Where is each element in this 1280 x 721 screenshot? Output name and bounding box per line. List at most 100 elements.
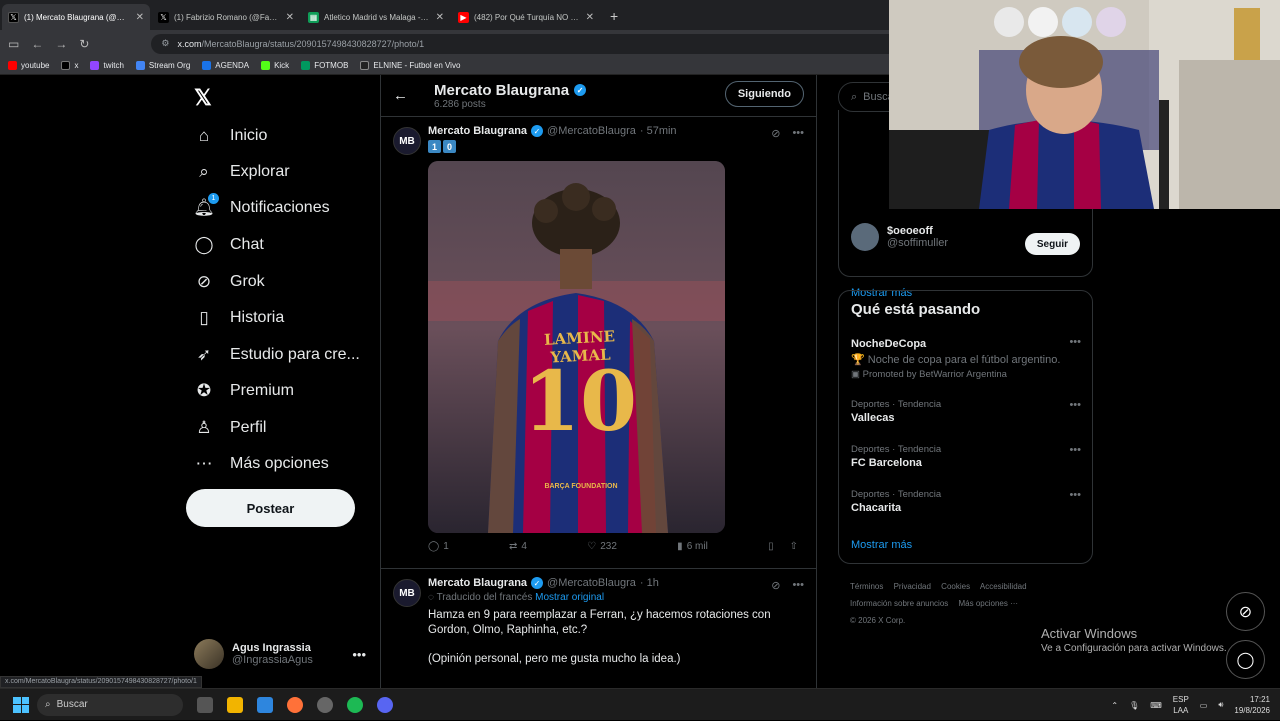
streamer-webcam-image <box>889 0 1280 209</box>
bookmark-elnine[interactable]: ELNINE - Futbol en Vivo <box>360 61 460 70</box>
more-dots-icon[interactable]: ••• <box>1069 489 1081 501</box>
like-button[interactable]: ♡ 232 <box>587 541 617 552</box>
chevron-up-icon[interactable]: ⌃ <box>1111 701 1118 710</box>
language-indicator[interactable]: ESP LAA <box>1173 694 1189 716</box>
post-button[interactable]: Postear <box>186 489 355 527</box>
keyboard-icon[interactable]: ⌨ <box>1150 701 1162 710</box>
notepad-icon[interactable] <box>257 696 273 713</box>
more-dots-icon[interactable]: ••• <box>1069 399 1081 411</box>
tweet-avatar[interactable]: MB <box>393 579 421 607</box>
footer-ads-info[interactable]: Información sobre anuncios <box>850 599 948 608</box>
tweet-photo[interactable]: LAMINE YAMAL 10 BARÇA FOUNDATION <box>428 161 725 533</box>
sidebar-toggle-icon[interactable]: ▭ <box>8 37 19 51</box>
footer-privacy[interactable]: Privacidad <box>894 582 931 591</box>
back-arrow-icon[interactable]: ← <box>393 87 408 104</box>
tweet-avatar[interactable]: MB <box>393 127 421 155</box>
bookmark-agenda[interactable]: AGENDA <box>202 61 249 70</box>
close-tab-icon[interactable]: ✕ <box>586 12 594 23</box>
follow-button[interactable]: Seguir <box>1024 233 1080 255</box>
more-dots-icon[interactable]: ••• <box>352 647 366 662</box>
trend-item[interactable]: Deportes · Tendencia Vallecas ••• <box>851 399 1081 424</box>
show-original-link[interactable]: Mostrar original <box>535 592 604 603</box>
tweet[interactable]: MB ⊘ ••• Mercato Blaugrana ✓ @MercatoBlau… <box>381 117 816 569</box>
tweet-handle[interactable]: @MercatoBlaugra <box>547 577 636 589</box>
firefox-icon[interactable] <box>287 696 303 713</box>
sheet-favicon-icon: ▦ <box>308 11 319 23</box>
discord-icon[interactable] <box>377 696 393 713</box>
back-icon[interactable]: ← <box>31 37 43 51</box>
grok-fab-button[interactable]: ⊘ <box>1226 592 1265 631</box>
taskbar-search[interactable]: ⌕ Buscar <box>37 693 183 716</box>
repost-button[interactable]: ⇄ 4 <box>509 541 527 552</box>
tweet-author[interactable]: Mercato Blaugrana <box>428 577 527 589</box>
tweet-time[interactable]: · 57min <box>640 125 677 137</box>
tab-atletico[interactable]: ▦ Atletico Madrid vs Malaga - ma ✕ <box>302 4 450 30</box>
x-logo-icon[interactable]: 𝕏 <box>194 85 212 111</box>
network-icon[interactable]: ▭ <box>1200 701 1208 710</box>
tweet-time[interactable]: · 1h <box>640 577 659 589</box>
more-dots-icon[interactable]: ••• <box>1069 444 1081 456</box>
close-tab-icon[interactable]: ✕ <box>436 12 444 23</box>
footer-more[interactable]: Más opciones ··· <box>959 599 1019 608</box>
more-dots-icon[interactable]: ••• <box>1069 336 1081 348</box>
url-field[interactable]: ⚙ x.com/MercatoBlaugra/status/2090157498… <box>151 33 972 54</box>
obs-icon[interactable] <box>317 696 333 713</box>
tweet-author[interactable]: Mercato Blaugrana <box>428 125 527 137</box>
views-button[interactable]: ▮ 6 mil <box>677 541 708 552</box>
footer-cookies[interactable]: Cookies <box>941 582 970 591</box>
windows-start-icon[interactable] <box>13 696 29 713</box>
tweet[interactable]: MB ⊘ ••• Mercato Blaugrana ✓ @MercatoBlau… <box>381 569 816 688</box>
task-view-icon[interactable] <box>197 696 213 713</box>
chat-fab-button[interactable]: ◯ <box>1226 640 1265 679</box>
close-tab-icon[interactable]: ✕ <box>136 12 144 23</box>
reload-icon[interactable]: ↻ <box>79 37 89 51</box>
nav-estudio[interactable]: ➶ Estudio para cre... <box>194 345 360 365</box>
share-icon[interactable]: ⇧ <box>790 541 798 552</box>
bookmark-fotmob[interactable]: FOTMOB <box>301 61 348 70</box>
nav-historia[interactable]: ▯ Historia <box>194 308 284 328</box>
footer-terms[interactable]: Términos <box>850 582 883 591</box>
volume-icon[interactable]: 🔊︎ <box>1218 700 1223 710</box>
reply-button[interactable]: ◯ 1 <box>428 541 449 552</box>
following-button[interactable]: Siguiendo <box>724 81 804 107</box>
grok-icon[interactable]: ⊘ <box>771 127 780 140</box>
mic-icon[interactable]: 🎙︎ <box>1129 701 1139 710</box>
bookmark-icon[interactable]: ▯ <box>768 541 774 552</box>
close-tab-icon[interactable]: ✕ <box>286 12 294 23</box>
bookmark-youtube[interactable]: youtube <box>8 61 49 70</box>
bookmark-stream-org[interactable]: Stream Org <box>135 61 190 70</box>
tab-fabrizio[interactable]: 𝕏 (1) Fabrizio Romano (@Fabrizio ✕ <box>152 4 300 30</box>
nav-perfil[interactable]: ♙ Perfil <box>194 418 266 438</box>
bookmark-x[interactable]: x <box>61 61 78 70</box>
show-more-link[interactable]: Mostrar más <box>851 539 912 551</box>
tab-youtube[interactable]: ▶ (482) Por Qué Turquía NO DEBE ✕ <box>452 4 600 30</box>
bookmark-kick[interactable]: Kick <box>261 61 289 70</box>
suggested-account[interactable]: $oeoeoff @soffimuller <box>851 223 948 251</box>
nav-mas-opciones[interactable]: ⋯ Más opciones <box>194 454 329 474</box>
grok-icon[interactable]: ⊘ <box>771 579 780 592</box>
trend-item[interactable]: Deportes · Tendencia FC Barcelona ••• <box>851 444 1081 469</box>
nav-chat[interactable]: ◯ Chat <box>194 235 263 255</box>
new-tab-button[interactable]: + <box>602 8 626 30</box>
file-explorer-icon[interactable] <box>227 696 243 713</box>
trend-item[interactable]: NocheDeCopa 🏆 Noche de copa para el fútb… <box>851 336 1081 380</box>
nav-explorar[interactable]: ⌕ Explorar <box>194 162 289 182</box>
more-dots-icon[interactable]: ••• <box>792 579 804 592</box>
trend-item[interactable]: Deportes · Tendencia Chacarita ••• <box>851 489 1081 514</box>
bookmark-twitch[interactable]: twitch <box>90 61 124 70</box>
forward-icon[interactable]: → <box>55 37 67 51</box>
site-info-icon[interactable]: ⚙ <box>161 38 169 49</box>
activate-windows-watermark: Activar Windows Ve a Configuración para … <box>1041 626 1227 654</box>
nav-grok[interactable]: ⊘ Grok <box>194 272 265 292</box>
spotify-icon[interactable] <box>347 696 363 713</box>
nav-premium[interactable]: ✪ Premium <box>194 381 294 401</box>
chat-icon: ◯ <box>194 235 214 254</box>
footer-accessibility[interactable]: Accesibilidad <box>980 582 1027 591</box>
more-dots-icon[interactable]: ••• <box>792 127 804 140</box>
nav-inicio[interactable]: ⌂ Inicio <box>194 126 268 146</box>
tab-mercato[interactable]: 𝕏 (1) Mercato Blaugrana (@Mercat ✕ <box>2 4 150 30</box>
tweet-handle[interactable]: @MercatoBlaugra <box>547 125 636 137</box>
clock[interactable]: 17:21 19/8/2026 <box>1234 694 1270 716</box>
account-switcher[interactable]: Agus Ingrassia @IngrassiaAgus ••• <box>194 639 366 669</box>
nav-notificaciones[interactable]: 🔔︎ 1 Notificaciones <box>193 193 330 218</box>
